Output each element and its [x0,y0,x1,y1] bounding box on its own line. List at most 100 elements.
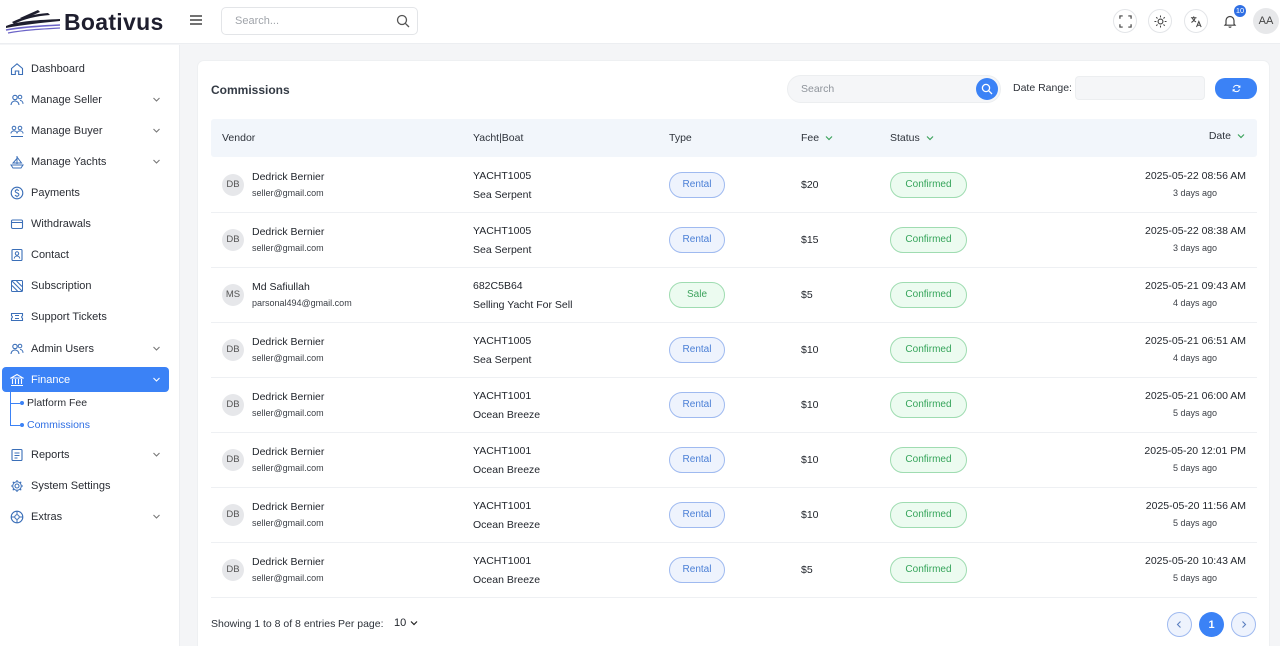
sidebar-item-admin-users[interactable]: Admin Users [2,336,169,361]
sidebar-item-finance[interactable]: Finance [2,367,169,392]
date-value: 2025-05-21 09:43 AM [1145,280,1246,292]
search-button[interactable] [976,78,998,100]
type-badge: Rental [669,227,725,253]
column-header-yacht: Yacht|Boat [473,132,523,144]
relative-time: 5 days ago [1172,573,1217,583]
global-search-input[interactable] [222,8,382,34]
fee-value: $5 [801,564,813,576]
yacht-name: Ocean Breeze [473,409,541,421]
sidebar-item-manage-seller[interactable]: Manage Seller [2,87,169,112]
bell-icon [1223,15,1237,28]
search-icon[interactable] [396,14,410,28]
yacht-code: YACHT1001 [473,500,532,512]
fee-value: $10 [801,399,819,411]
sidebar-item-label: System Settings [31,479,111,492]
commissions-card: Commissions Date Range: Vendor Yacht|Boa… [197,60,1270,646]
tree-connector [10,425,20,426]
sidebar-item-label: Manage Yachts [31,155,107,168]
commission-search-input[interactable] [788,76,963,102]
type-badge: Rental [669,557,725,583]
menu-toggle-icon[interactable] [188,12,204,28]
users-icon [9,92,25,108]
sidebar-subitem-commissions[interactable]: Commissions [27,419,90,431]
sidebar-item-payments[interactable]: Payments [2,180,169,205]
sort-chevron-icon [1237,134,1245,139]
sidebar-item-manage-yachts[interactable]: Manage Yachts [2,149,169,174]
vendor-name: Dedrick Bernier [252,171,325,183]
fullscreen-button[interactable] [1113,9,1137,33]
notification-count-badge: 10 [1234,5,1246,17]
home-icon [9,61,25,77]
chevron-down-icon [153,452,160,457]
relative-time: 3 days ago [1172,243,1217,253]
sidebar-subitem-platform-fee[interactable]: Platform Fee [27,397,87,409]
sidebar-item-manage-buyer[interactable]: Manage Buyer [2,118,169,143]
chevron-down-icon [410,621,418,626]
column-header-date[interactable]: Date [1209,130,1246,142]
next-page-button[interactable] [1231,612,1256,637]
table-row: DB Dedrick Bernier seller@gmail.com YACH… [211,433,1257,488]
yacht-code: YACHT1005 [473,225,532,237]
yacht-name: Sea Serpent [473,244,532,256]
relative-time: 5 days ago [1172,463,1217,473]
subscription-icon [9,278,25,294]
page-number-button[interactable]: 1 [1199,612,1224,637]
sidebar-item-label: Withdrawals [31,217,91,230]
boat-logo-icon [5,10,61,34]
sidebar-item-reports[interactable]: Reports [2,442,169,467]
table-row: DB Dedrick Bernier seller@gmail.com YACH… [211,378,1257,433]
yacht-name: Sea Serpent [473,189,532,201]
previous-page-button[interactable] [1167,612,1192,637]
date-value: 2025-05-21 06:00 AM [1145,390,1246,402]
date-value: 2025-05-22 08:38 AM [1145,225,1246,237]
sidebar-item-label: Manage Buyer [31,124,103,137]
refresh-button[interactable] [1215,78,1257,99]
column-header-status[interactable]: Status [890,132,935,144]
extras-icon [9,509,25,525]
sidebar-item-system-settings[interactable]: System Settings [2,473,169,498]
yacht-name: Ocean Breeze [473,464,541,476]
user-avatar[interactable]: AA [1253,8,1279,34]
sidebar-item-label: Reports [31,448,70,461]
relative-time: 3 days ago [1172,188,1217,198]
vendor-avatar: DB [222,449,244,471]
per-page-select[interactable]: 10 [394,617,418,629]
chevron-right-icon [1242,621,1247,628]
tree-connector [10,392,11,426]
theme-toggle-button[interactable] [1148,9,1172,33]
status-badge: Confirmed [890,392,967,418]
sidebar-item-dashboard[interactable]: Dashboard [2,56,169,81]
commission-search [787,75,1001,103]
date-range-input[interactable] [1075,76,1205,100]
status-badge: Confirmed [890,227,967,253]
refresh-icon [1232,84,1240,93]
vendor-avatar: DB [222,174,244,196]
column-header-fee[interactable]: Fee [801,132,834,144]
sun-icon [1153,14,1167,28]
dollar-icon [9,185,25,201]
sidebar-item-label: Dashboard [31,62,85,75]
vendor-avatar: DB [222,339,244,361]
sort-chevron-icon [825,136,833,141]
column-label: Type [669,132,692,144]
vendor-email: seller@gmail.com [252,243,324,253]
column-label: Vendor [222,132,256,144]
sidebar-item-withdrawals[interactable]: Withdrawals [2,211,169,236]
chevron-down-icon [153,97,160,102]
sidebar-item-subscription[interactable]: Subscription [2,273,169,298]
vendor-email: seller@gmail.com [252,408,324,418]
brand-logo[interactable]: Boativus [4,6,164,38]
per-page-label: Per page: [338,618,384,630]
top-bar: Boativus 10 AA [0,0,1280,44]
buyer-icon [9,123,25,139]
chevron-down-icon [153,377,160,382]
language-button[interactable] [1184,9,1208,33]
vendor-avatar: DB [222,229,244,251]
sidebar-item-contact[interactable]: Contact [2,242,169,267]
sidebar-item-extras[interactable]: Extras [2,504,169,529]
table-row: DB Dedrick Bernier seller@gmail.com YACH… [211,323,1257,378]
column-label: Status [890,132,920,144]
sidebar-item-support-tickets[interactable]: Support Tickets [2,304,169,329]
sidebar-item-label: Finance [31,373,71,386]
status-badge: Confirmed [890,337,967,363]
